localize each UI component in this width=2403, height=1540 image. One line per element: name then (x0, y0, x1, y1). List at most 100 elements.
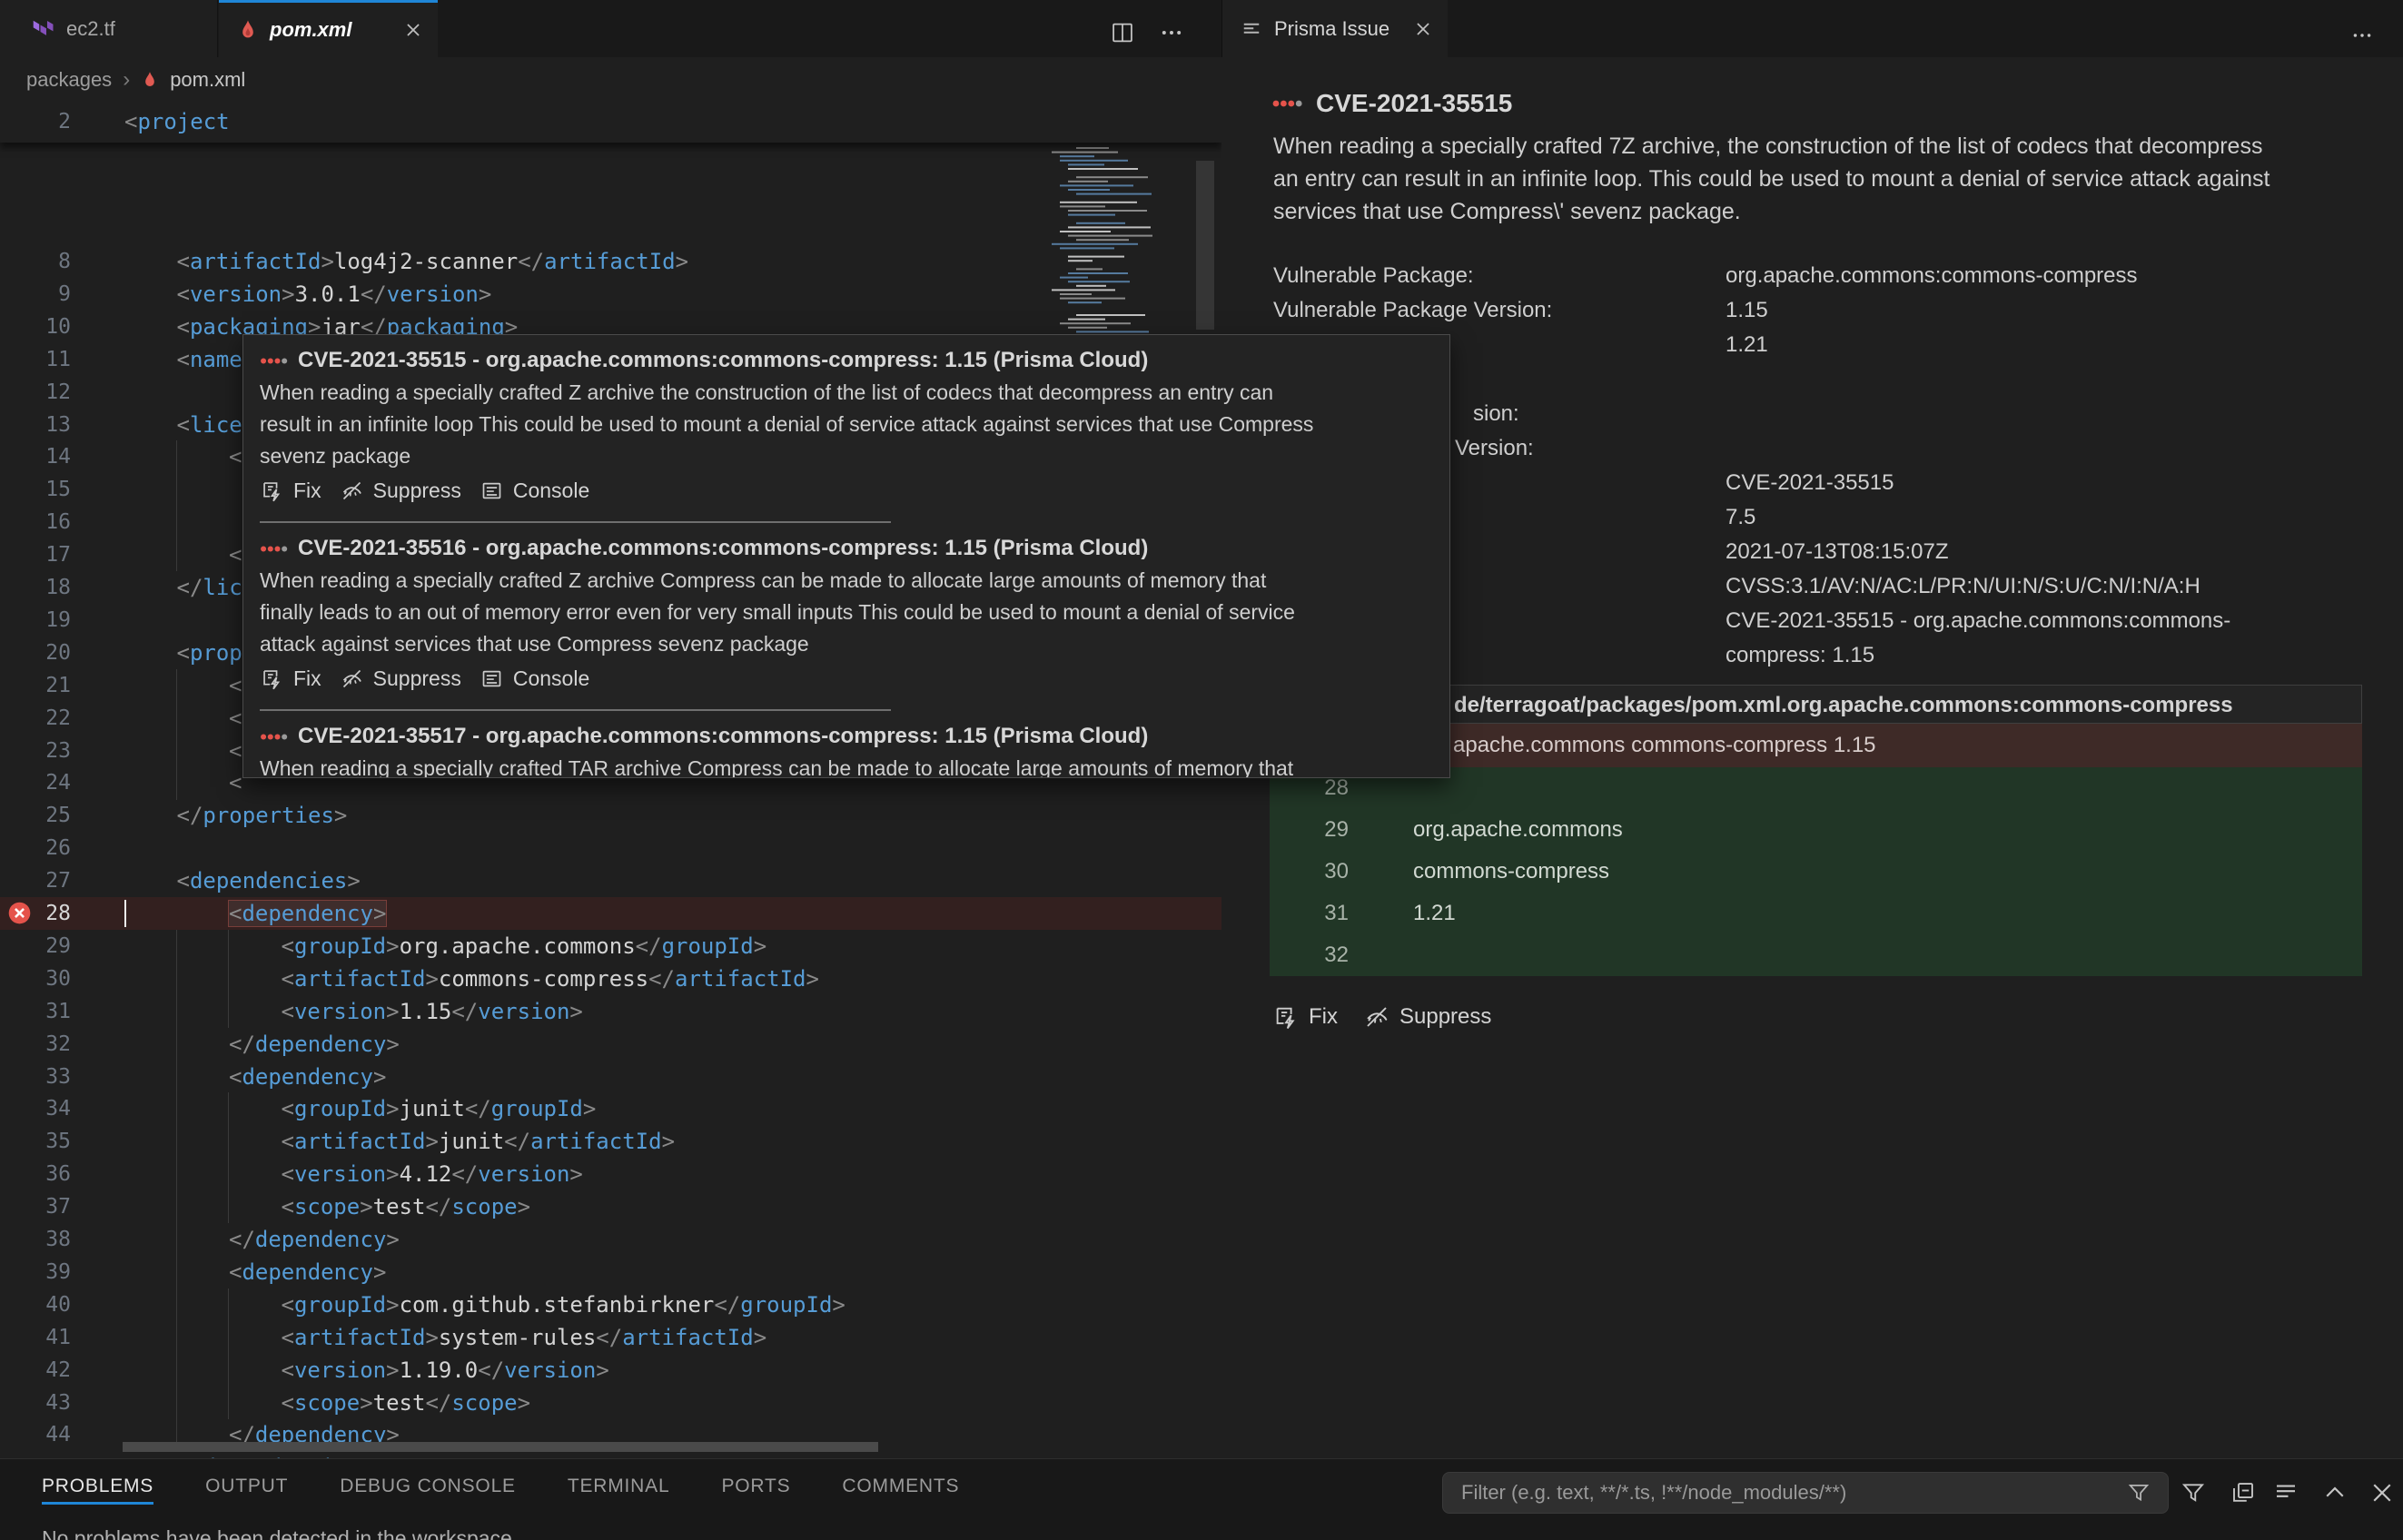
tab-prisma-issue[interactable]: Prisma Issue (1222, 0, 1448, 57)
field-value: CVSS:3.1/AV:N/AC:L/PR:N/UI:N/S:U/C:N/I:N… (1726, 569, 2270, 604)
collapse-all-icon[interactable] (2230, 1479, 2257, 1506)
code-text: <dependency> (229, 1061, 386, 1093)
panel-tab-debug-console[interactable]: DEBUG CONSOLE (340, 1472, 516, 1505)
panel-tab-comments[interactable]: COMMENTS (842, 1472, 959, 1505)
line-number: 23 (0, 735, 71, 767)
line-number: 40 (0, 1288, 71, 1321)
code-text: <version>1.19.0</version> (282, 1354, 609, 1387)
panel-tab-output[interactable]: OUTPUT (205, 1472, 288, 1505)
console-icon (480, 666, 504, 691)
more-actions-icon[interactable] (2350, 24, 2374, 47)
code-line: 37<scope>test</scope> (0, 1190, 1221, 1223)
fix-button[interactable]: Fix (1272, 1003, 1338, 1031)
code-text: <groupId>junit</groupId> (282, 1092, 597, 1125)
tab-ec2-tf[interactable]: ec2.tf (0, 0, 218, 57)
diff-line-number: 29 (1270, 809, 1349, 851)
suppress-button[interactable]: Suppress (340, 479, 461, 503)
fix-icon (260, 666, 284, 691)
fix-button[interactable]: Fix (260, 666, 321, 691)
line-number: 24 (0, 766, 71, 799)
output-list-icon (1241, 18, 1262, 40)
code-line: 31<version>1.15</version> (0, 995, 1221, 1028)
maximize-panel-icon[interactable] (2321, 1479, 2349, 1506)
description-line: an entry can result in an infinite loop.… (1273, 163, 2270, 195)
tooltip-description-line: result in an infinite loop This could be… (260, 409, 1433, 440)
panel-tab-ports[interactable]: PORTS (721, 1472, 790, 1505)
code-text: <artifactId>commons-compress</artifactId… (282, 962, 819, 995)
fix-icon (260, 479, 284, 503)
close-icon[interactable] (403, 20, 423, 40)
fix-button[interactable]: Fix (260, 479, 321, 503)
diff-line-number: 32 (1270, 934, 1349, 976)
line-number: 14 (0, 440, 71, 473)
filter-input[interactable] (1443, 1481, 2126, 1505)
field-value: 7.5 (1726, 500, 2270, 535)
action-label: Console (513, 479, 589, 503)
diff-line-number: 30 (1270, 851, 1349, 893)
line-number: 33 (0, 1061, 71, 1093)
field-row: Vulnerable Package:org.apache.commons:co… (1273, 259, 2372, 293)
filter-icon[interactable] (2180, 1479, 2207, 1506)
line-number: 38 (0, 1223, 71, 1256)
code-editor[interactable]: 8<artifactId>log4j2-scanner</artifactId>… (0, 102, 1221, 1458)
panel-tab-terminal[interactable]: TERMINAL (568, 1472, 670, 1505)
diff-line-text: org.apache.commons (1413, 809, 1623, 851)
tab-pom-xml[interactable]: pom.xml (219, 0, 438, 57)
tooltip-title: CVE-2021-35516 - org.apache.commons:comm… (260, 532, 1433, 565)
split-editor-icon[interactable] (1110, 20, 1135, 45)
word-highlight: <dependency> (229, 901, 386, 926)
tooltip-description-line: sevenz package (260, 440, 1433, 472)
severity-dots-icon (260, 356, 289, 366)
cve-description: When reading a specially crafted 7Z arch… (1273, 130, 2270, 228)
close-panel-icon[interactable] (2368, 1479, 2396, 1506)
line-number: 22 (0, 702, 71, 735)
breadcrumb-folder[interactable]: packages (26, 68, 112, 92)
diff-line-text: 1.21 (1413, 893, 1456, 934)
panel-tab-problems[interactable]: PROBLEMS (42, 1472, 153, 1505)
line-number: 36 (0, 1158, 71, 1190)
console-button[interactable]: Console (480, 479, 589, 503)
line-number: 29 (0, 930, 71, 962)
code-text: </properties> (177, 799, 348, 832)
line-number: 17 (0, 538, 71, 571)
line-number: 2 (0, 105, 71, 138)
close-icon[interactable] (1413, 19, 1433, 39)
more-actions-icon[interactable] (1159, 20, 1184, 45)
code-line: 35<artifactId>junit</artifactId> (0, 1125, 1221, 1158)
suppress-button[interactable]: Suppress (340, 666, 461, 691)
suppress-button[interactable]: Suppress (1363, 1003, 1491, 1031)
filter-funnel-icon[interactable] (2126, 1480, 2151, 1505)
console-button[interactable]: Console (480, 666, 589, 691)
horizontal-scrollbar[interactable] (123, 1442, 878, 1452)
fix-label: Fix (1309, 1004, 1338, 1030)
code-line: 32</dependency> (0, 1028, 1221, 1061)
tooltip-description-line: finally leads to an out of memory error … (260, 597, 1433, 628)
vertical-scrollbar[interactable] (1196, 161, 1214, 330)
line-number: 31 (0, 995, 71, 1028)
line-number: 13 (0, 409, 71, 441)
line-number: 39 (0, 1256, 71, 1288)
code-text: <artifactId>junit</artifactId> (282, 1125, 676, 1158)
problems-filter[interactable] (1442, 1472, 2169, 1514)
diff-added-row: 29 org.apache.commons (1270, 809, 2362, 851)
line-number: 43 (0, 1387, 71, 1419)
maven-flame-icon (237, 19, 259, 41)
code-text: <version>3.0.1</version> (177, 278, 492, 311)
diff-added-rows: 2829org.apache.commons30commons-compress… (1270, 767, 2362, 976)
tooltip-section: CVE-2021-35517 - org.apache.commons:comm… (260, 720, 1433, 778)
suppress-icon (340, 479, 364, 503)
view-as-table-icon[interactable] (2272, 1479, 2299, 1506)
code-text: <artifactId>log4j2-scanner</artifactId> (177, 245, 689, 278)
breadcrumb[interactable]: packages › pom.xml (0, 57, 1221, 102)
line-number: 16 (0, 506, 71, 538)
breadcrumb-file[interactable]: pom.xml (170, 68, 245, 92)
code-text: </dependency> (229, 1223, 400, 1256)
line-number: 9 (0, 278, 71, 311)
line-number: 18 (0, 571, 71, 604)
suppress-label: Suppress (1399, 1004, 1491, 1030)
tooltip-actions: Fix Suppress Console (260, 660, 1433, 696)
line-number: 25 (0, 799, 71, 832)
tooltip-section: CVE-2021-35516 - org.apache.commons:comm… (260, 532, 1433, 696)
tooltip-title-text: CVE-2021-35515 - org.apache.commons:comm… (298, 344, 1148, 377)
line-number: 27 (0, 864, 71, 897)
